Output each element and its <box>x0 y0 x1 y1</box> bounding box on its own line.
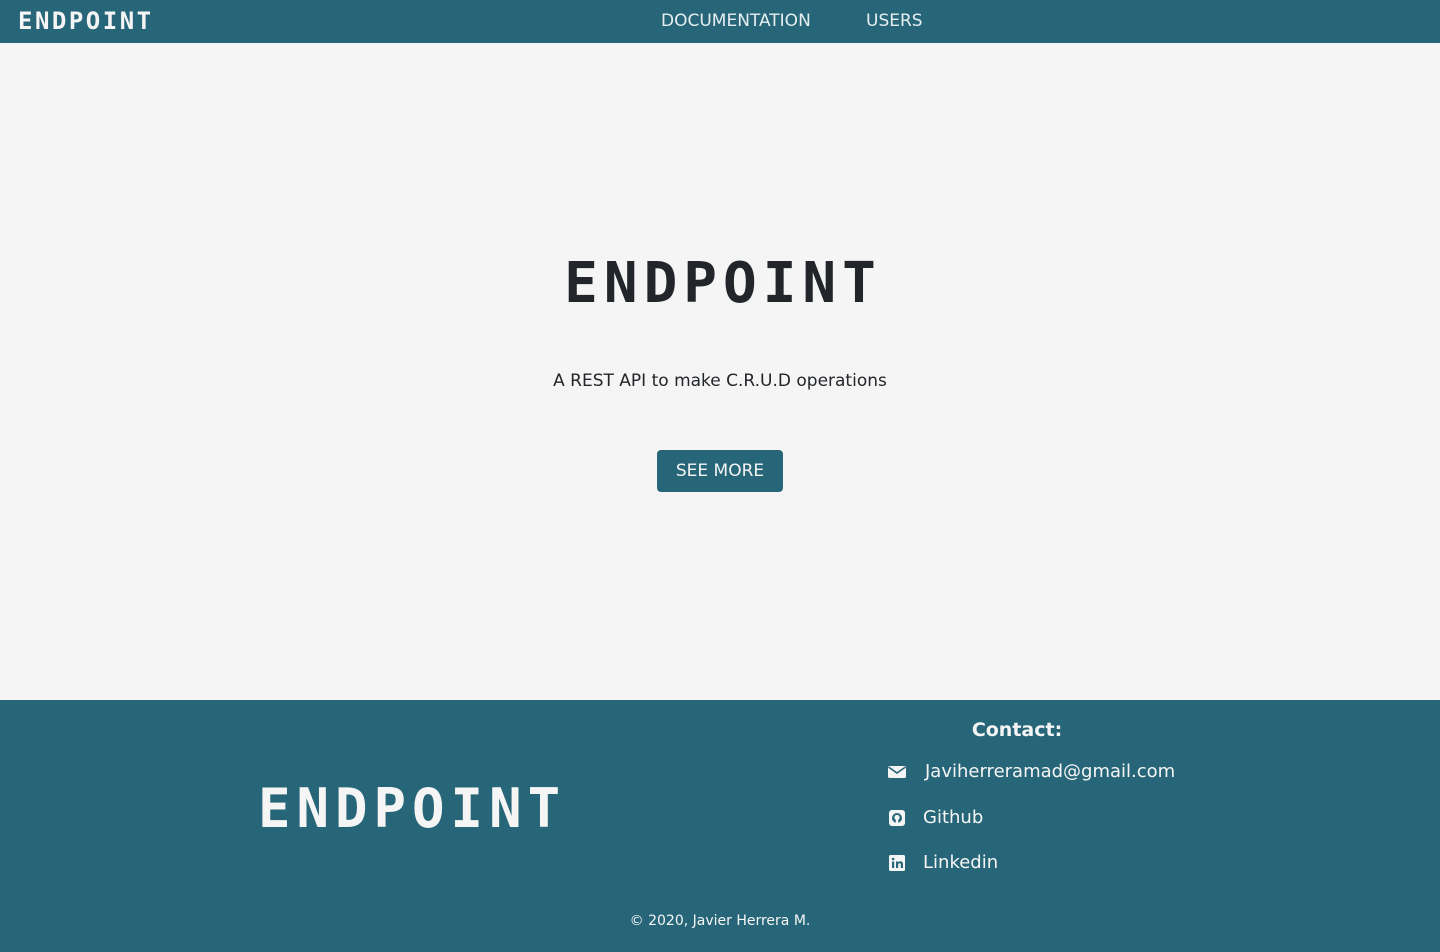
linkedin-icon <box>887 853 907 873</box>
envelope-icon <box>887 762 907 782</box>
brand-logo-link[interactable]: ENDPOINT <box>18 8 154 34</box>
contact-github-link[interactable]: Github <box>887 807 983 829</box>
contact-github-label: Github <box>923 807 984 828</box>
copyright-text: © 2020, Javier Herrera M. <box>629 913 811 929</box>
footer-logo: ENDPOINT <box>258 777 567 840</box>
contact-email-label: Javiherreramad@gmail.com <box>925 761 1176 782</box>
github-icon <box>887 808 907 828</box>
nav-link-users[interactable]: USERS <box>866 11 923 31</box>
contact-linkedin-link[interactable]: Linkedin <box>887 852 998 874</box>
contact-linkedin-label: Linkedin <box>923 852 999 873</box>
nav-link-documentation[interactable]: DOCUMENTATION <box>661 11 811 31</box>
contact-heading: Contact: <box>971 719 1063 741</box>
hero-title: ENDPOINT <box>564 251 882 316</box>
see-more-button[interactable]: SEE MORE <box>657 450 783 492</box>
hero-subtitle: A REST API to make C.R.U.D operations <box>553 371 887 391</box>
contact-email-link[interactable]: Javiherreramad@gmail.com <box>887 761 1175 783</box>
footer: ENDPOINT Contact: Javiherreramad@gmail.c… <box>0 700 1440 952</box>
top-navbar: ENDPOINT DOCUMENTATION USERS <box>0 0 1440 43</box>
